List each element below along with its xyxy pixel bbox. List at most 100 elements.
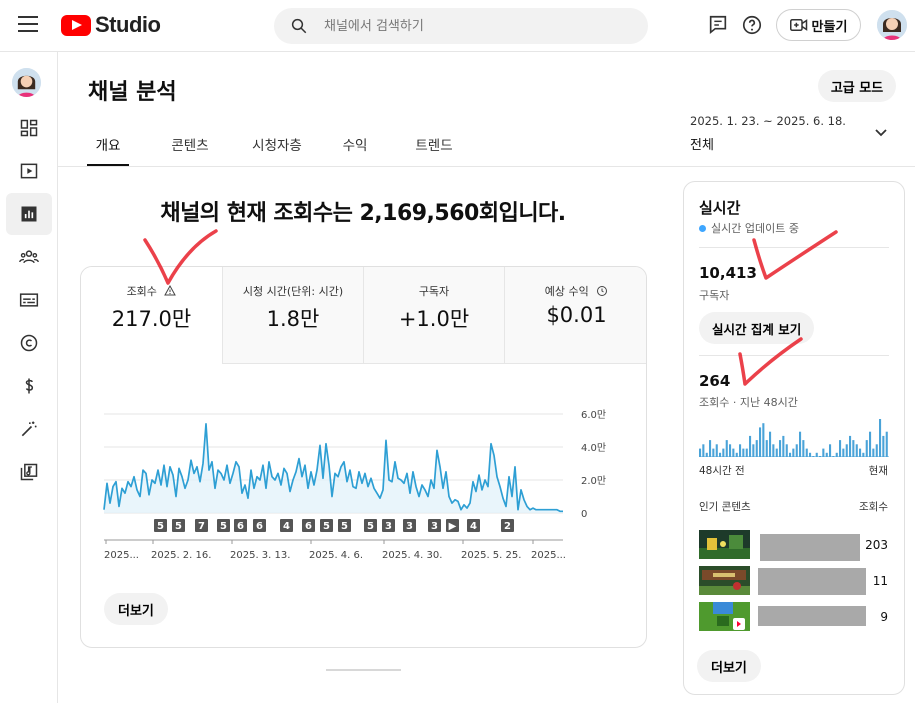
youtube-play-icon bbox=[61, 14, 91, 36]
content-title-redacted[interactable] bbox=[760, 534, 860, 561]
menu-icon[interactable] bbox=[18, 16, 38, 32]
thumbnail-image bbox=[699, 566, 750, 595]
clock-icon bbox=[597, 286, 608, 296]
realtime-bar bbox=[752, 444, 755, 457]
realtime-axis-start: 48시간 전 bbox=[699, 465, 745, 477]
realtime-views: 264 bbox=[699, 372, 731, 390]
content-view-count: 11 bbox=[872, 574, 888, 588]
y-tick-label: 2.0만 bbox=[581, 475, 606, 487]
sidebar-item-community[interactable] bbox=[6, 236, 52, 278]
video-marker-label: 7 bbox=[198, 521, 205, 532]
thumbnail-image bbox=[699, 530, 750, 559]
realtime-bar bbox=[725, 440, 728, 457]
sidebar-item-content[interactable] bbox=[6, 150, 52, 192]
date-range-preset[interactable]: 전체 bbox=[690, 134, 714, 153]
channel-avatar-image bbox=[12, 68, 41, 97]
sidebar-item-customization[interactable] bbox=[6, 408, 52, 450]
video-marker: 7 bbox=[195, 519, 208, 532]
tab-overview[interactable]: 개요 bbox=[87, 120, 129, 166]
content-title-redacted[interactable] bbox=[758, 568, 866, 595]
realtime-bar bbox=[789, 452, 792, 457]
video-marker: 4 bbox=[280, 519, 293, 532]
metric-value-revenue: $0.01 bbox=[546, 303, 607, 327]
realtime-bar bbox=[835, 452, 838, 457]
x-tick-label: 2025... bbox=[531, 550, 566, 561]
x-tick-label: 2025. 4. 30. bbox=[382, 550, 442, 561]
sidebar-item-analytics[interactable] bbox=[6, 193, 52, 235]
channel-avatar[interactable] bbox=[12, 68, 41, 97]
content-title-redacted[interactable] bbox=[758, 606, 866, 626]
video-marker: 6 bbox=[253, 519, 266, 532]
content-thumbnail[interactable] bbox=[699, 566, 750, 595]
subtitles-icon bbox=[19, 293, 39, 307]
video-marker-label: 5 bbox=[157, 521, 164, 532]
avatar[interactable] bbox=[877, 10, 907, 40]
search-input[interactable] bbox=[324, 8, 624, 44]
realtime-subscribers: 10,413 bbox=[699, 264, 757, 282]
sidebar-item-copyright[interactable] bbox=[6, 322, 52, 364]
tab-revenue[interactable]: 수익 bbox=[334, 120, 376, 166]
thumbnail-image bbox=[699, 602, 750, 631]
chart-more-button[interactable]: 더보기 bbox=[104, 593, 168, 625]
search-bar[interactable] bbox=[274, 8, 648, 44]
chevron-down-icon[interactable] bbox=[874, 128, 888, 138]
date-range[interactable]: 2025. 1. 23. ~ 2025. 6. 18. bbox=[690, 114, 846, 128]
realtime-bar bbox=[715, 444, 718, 457]
top-bar: Studio 만들기 bbox=[0, 0, 915, 52]
metric-tab-subscribers[interactable]: 구독자 +1.0만 bbox=[364, 267, 505, 364]
realtime-live-status: 실시간 업데이트 중 bbox=[699, 220, 799, 236]
video-marker: 6 bbox=[302, 519, 315, 532]
pager-indicator bbox=[326, 669, 401, 671]
tab-content[interactable]: 콘텐츠 bbox=[161, 120, 219, 166]
analytics-icon bbox=[21, 206, 37, 222]
tab-trends[interactable]: 트렌드 bbox=[405, 120, 463, 166]
realtime-axis-end: 현재 bbox=[868, 465, 888, 477]
warning-icon bbox=[164, 284, 177, 296]
top-content-metric: 조회수 bbox=[859, 501, 888, 513]
video-marker-label: 5 bbox=[175, 521, 182, 532]
sidebar-item-dashboard[interactable] bbox=[6, 107, 52, 149]
top-content-label: 인기 콘텐츠 bbox=[699, 501, 751, 513]
realtime-more-button[interactable]: 더보기 bbox=[697, 650, 761, 682]
realtime-bar bbox=[872, 448, 875, 457]
community-icon bbox=[19, 250, 39, 264]
video-marker-label: 4 bbox=[470, 521, 477, 532]
studio-logo[interactable]: Studio bbox=[61, 12, 161, 38]
dollar-icon bbox=[25, 378, 34, 394]
metric-tab-revenue[interactable]: 예상 수익 $0.01 bbox=[505, 267, 646, 364]
realtime-views-label: 조회수 · 지난 48시간 bbox=[699, 396, 798, 409]
sidebar-item-earn[interactable] bbox=[6, 365, 52, 407]
search-icon bbox=[291, 18, 307, 34]
realtime-bar bbox=[882, 435, 885, 457]
content-thumbnail[interactable] bbox=[699, 602, 750, 631]
metric-tab-watch-time[interactable]: 시청 시간(단위: 시간) 1.8만 bbox=[223, 267, 364, 364]
live-count-button[interactable]: 실시간 집계 보기 bbox=[699, 312, 815, 344]
realtime-bar bbox=[875, 444, 878, 457]
metric-tab-views[interactable]: 조회수 217.0만 bbox=[81, 267, 223, 364]
realtime-bar bbox=[865, 440, 868, 457]
advanced-mode-button[interactable]: 고급 모드 bbox=[818, 70, 896, 102]
video-marker: 3 bbox=[403, 519, 416, 532]
feedback-icon[interactable] bbox=[707, 14, 729, 36]
metric-value-views: 217.0만 bbox=[111, 307, 192, 331]
realtime-bar bbox=[795, 444, 798, 457]
realtime-bar bbox=[782, 435, 785, 457]
realtime-divider bbox=[699, 355, 889, 356]
realtime-bar bbox=[719, 452, 722, 457]
content-thumbnail[interactable] bbox=[699, 530, 750, 559]
help-icon[interactable] bbox=[741, 14, 763, 36]
realtime-bar bbox=[885, 431, 888, 457]
realtime-bar bbox=[792, 448, 795, 457]
sidebar-item-audio-library[interactable] bbox=[6, 451, 52, 493]
realtime-bar bbox=[749, 435, 752, 457]
realtime-bar bbox=[842, 448, 845, 457]
realtime-bar bbox=[849, 435, 852, 457]
video-marker: 5 bbox=[172, 519, 185, 532]
realtime-bar bbox=[829, 444, 832, 457]
create-button[interactable]: 만들기 bbox=[776, 9, 861, 41]
tab-audience[interactable]: 시청자층 bbox=[240, 120, 314, 166]
audio-library-icon bbox=[20, 463, 38, 481]
video-marker-label: 5 bbox=[367, 521, 374, 532]
video-marker: 5 bbox=[154, 519, 167, 532]
sidebar-item-subtitles[interactable] bbox=[6, 279, 52, 321]
